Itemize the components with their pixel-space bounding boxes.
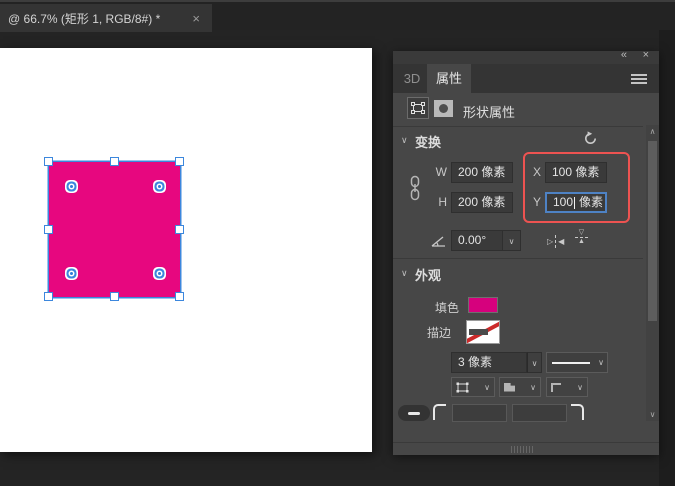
x-input[interactable]: 100 像素 <box>545 162 607 183</box>
flip-right-glyph: ▷ <box>547 236 554 246</box>
divider <box>393 442 659 443</box>
panel-section-title: 形状属性 <box>463 105 516 120</box>
shape-rectangle[interactable] <box>44 157 184 301</box>
rotation-angle-input[interactable]: 0.00° <box>451 230 503 251</box>
y-unit: 像素 <box>579 195 604 209</box>
panel-tab-row: 3D 属性 <box>393 64 659 93</box>
y-input-focused[interactable]: 100 像素 <box>545 192 607 213</box>
transform-handle[interactable] <box>44 225 53 234</box>
transform-handle[interactable] <box>44 292 53 301</box>
tab-close-icon[interactable]: × <box>188 11 204 26</box>
chevron-down-icon: ∨ <box>598 358 604 367</box>
stroke-color-swatch[interactable] <box>466 320 500 344</box>
mask-properties-icon[interactable] <box>434 100 453 117</box>
bounding-box-icon <box>411 102 425 114</box>
scroll-down-icon[interactable]: ∨ <box>646 410 659 419</box>
corner-radius-handle[interactable] <box>158 184 161 188</box>
stroke-align-icon <box>456 382 469 392</box>
scroll-up-icon[interactable]: ∧ <box>646 127 659 136</box>
panel-title-bar: « × <box>393 49 659 64</box>
y-value: 100 <box>553 195 574 209</box>
chevron-down-icon: ∨ <box>577 382 583 392</box>
document-canvas[interactable] <box>0 48 372 452</box>
width-label: W <box>435 165 447 179</box>
top-left-radius-icon <box>433 404 446 420</box>
angle-dropdown-chevron-icon[interactable]: ∨ <box>503 230 521 251</box>
angle-icon <box>431 234 446 252</box>
photoshop-window: @ 66.7% (矩形 1, RGB/8#) * × « × 3D 属性 形状属… <box>0 0 675 486</box>
flip-vertical-button[interactable]: ▽ ▲ <box>575 229 588 245</box>
document-tab[interactable]: @ 66.7% (矩形 1, RGB/8#) * × <box>0 4 212 32</box>
panel-menu-icon[interactable] <box>631 74 647 76</box>
stroke-corner-icon <box>551 382 561 392</box>
stroke-caps-dropdown[interactable]: ∨ <box>499 377 541 397</box>
height-input[interactable]: 200 像素 <box>451 192 513 213</box>
flip-up-glyph: ▲ <box>578 238 585 245</box>
transform-handle[interactable] <box>175 157 184 166</box>
fill-color-swatch[interactable] <box>468 297 498 313</box>
stroke-style-dropdown[interactable]: ∨ <box>546 352 608 373</box>
appearance-section-title: 外观 <box>415 268 442 283</box>
stroke-corners-dropdown[interactable]: ∨ <box>546 377 588 397</box>
stroke-cap-icon <box>504 382 515 392</box>
width-input[interactable]: 200 像素 <box>451 162 513 183</box>
tab-3d[interactable]: 3D <box>397 64 427 93</box>
flip-left-glyph: ◀ <box>558 236 565 246</box>
transform-section-title: 变换 <box>415 135 442 150</box>
flip-axis-dash <box>555 234 557 248</box>
top-left-radius-input[interactable] <box>452 404 507 422</box>
x-label: X <box>532 165 541 179</box>
panel-resize-grip[interactable] <box>511 446 535 453</box>
transform-handle[interactable] <box>110 157 119 166</box>
transform-handle[interactable] <box>175 225 184 234</box>
chevron-down-icon[interactable]: ∨ <box>401 268 408 279</box>
close-panel-icon[interactable]: × <box>643 49 649 61</box>
workspace-gutter <box>659 30 675 486</box>
reset-transform-icon[interactable] <box>583 131 598 151</box>
chevron-down-icon[interactable]: ∨ <box>401 135 408 146</box>
mask-circle-glyph <box>439 104 448 113</box>
panel-scrollbar[interactable]: ∧ ∨ <box>646 125 659 421</box>
corner-radius-handle[interactable] <box>158 272 161 275</box>
stroke-align-dropdown[interactable]: ∨ <box>451 377 495 397</box>
link-dimensions-icon[interactable] <box>409 175 421 206</box>
y-label: Y <box>532 195 541 209</box>
top-right-radius-icon <box>571 404 584 420</box>
flip-down-glyph: ▽ <box>578 229 585 236</box>
stroke-preview-bar <box>469 329 488 335</box>
tab-properties[interactable]: 属性 <box>427 64 471 93</box>
divider <box>393 258 643 259</box>
transform-handle[interactable] <box>110 292 119 301</box>
stroke-label: 描边 <box>427 326 452 340</box>
transform-handle[interactable] <box>175 292 184 301</box>
flip-horizontal-button[interactable]: ▷ ◀ <box>547 232 564 250</box>
corner-radius-handle[interactable] <box>70 272 73 275</box>
height-label: H <box>438 195 447 209</box>
corner-radius-handle[interactable] <box>70 184 73 188</box>
top-right-radius-input[interactable] <box>512 404 567 422</box>
document-tab-bar: @ 66.7% (矩形 1, RGB/8#) * × <box>0 0 675 32</box>
transform-handle[interactable] <box>44 157 53 166</box>
chevron-down-icon: ∨ <box>530 382 536 392</box>
fill-label: 填色 <box>435 301 460 315</box>
stroke-width-chevron-icon[interactable]: ∨ <box>527 352 542 373</box>
link-glyph <box>408 411 420 415</box>
scrollbar-thumb[interactable] <box>648 141 657 321</box>
transform-properties-icon[interactable] <box>407 97 429 119</box>
divider <box>393 126 643 127</box>
text-cursor <box>574 196 576 209</box>
collapse-panel-icon[interactable]: « <box>621 49 627 61</box>
chevron-down-icon: ∨ <box>484 382 490 392</box>
solid-line-glyph <box>552 362 590 364</box>
stroke-width-input[interactable]: 3 像素 <box>451 352 527 373</box>
document-tab-title: @ 66.7% (矩形 1, RGB/8#) * <box>8 11 161 26</box>
properties-panel: « × 3D 属性 形状属性 ∨ 变换 W 200 像素 H 200 像素 X … <box>393 49 659 455</box>
link-corner-radii-toggle[interactable] <box>398 405 430 421</box>
